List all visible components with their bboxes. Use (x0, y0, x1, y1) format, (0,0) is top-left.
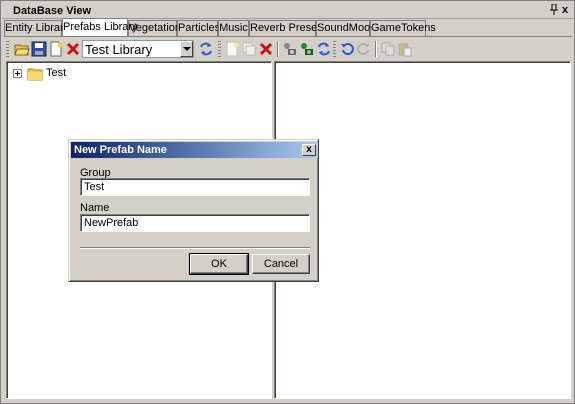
new-library-icon[interactable] (48, 41, 64, 57)
remove-item-icon[interactable] (258, 41, 274, 57)
open-icon[interactable] (14, 41, 30, 57)
database-view-window: DataBase View x Entity Library Prefabs L… (0, 0, 575, 404)
tab-label: Entity Library (5, 22, 70, 34)
redo-icon[interactable] (356, 41, 372, 57)
expand-icon[interactable] (13, 69, 22, 78)
toolbar-grip[interactable] (333, 41, 336, 57)
tab-soundmoods[interactable]: SoundMoods (316, 20, 382, 36)
library-select-value: Test Library (85, 42, 153, 57)
close-icon[interactable]: x (562, 4, 572, 16)
name-field[interactable] (80, 214, 310, 232)
window-titlebar: DataBase View x (2, 2, 573, 19)
toolbar-grip[interactable] (6, 41, 9, 57)
toolbar-separator (277, 41, 279, 57)
get-properties-icon[interactable] (299, 41, 315, 57)
group-field[interactable] (80, 178, 310, 196)
toolbar-grip[interactable] (218, 41, 221, 57)
chevron-down-icon[interactable] (180, 41, 193, 57)
tab-divider (4, 36, 572, 37)
copy-icon[interactable] (380, 41, 396, 57)
pin-icon[interactable] (549, 3, 559, 16)
dialog-title: New Prefab Name (74, 144, 167, 156)
ok-button[interactable]: OK (189, 253, 249, 275)
window-title: DataBase View (13, 5, 92, 17)
new-prefab-dialog: New Prefab Name x Group Name OK Cancel (68, 139, 319, 282)
tab-music[interactable]: Music (218, 20, 249, 36)
add-item-icon[interactable] (224, 41, 240, 57)
tab-entity-library[interactable]: Entity Library (4, 20, 69, 36)
delete-library-icon[interactable] (65, 41, 81, 57)
toolbar-separator (375, 41, 377, 57)
tab-label: Particles (178, 22, 221, 34)
tab-reverb-presets[interactable]: Reverb Presets (249, 20, 326, 36)
clone-icon[interactable] (241, 41, 257, 57)
library-toolbar: Test Library (6, 39, 570, 59)
save-icon[interactable] (31, 41, 47, 57)
tab-label: Reverb Presets (250, 22, 326, 34)
dialog-close-icon[interactable]: x (302, 144, 316, 156)
dialog-divider (80, 247, 310, 249)
tab-strip: Entity Library Prefabs Library Vegetatio… (4, 18, 572, 36)
tree-item-label: Test (46, 67, 67, 79)
tab-label: GameTokens (371, 22, 436, 34)
folder-icon (27, 67, 43, 81)
reload-items-icon[interactable] (316, 41, 332, 57)
dialog-titlebar: New Prefab Name x (71, 142, 318, 158)
cancel-button[interactable]: Cancel (252, 254, 310, 274)
tab-label: Music (219, 22, 248, 34)
reload-icon[interactable] (198, 41, 214, 57)
tab-prefabs-library[interactable]: Prefabs Library (62, 18, 138, 36)
tab-gametokens[interactable]: GameTokens (370, 20, 436, 36)
tab-label: Prefabs Library (63, 21, 138, 33)
paste-icon[interactable] (397, 41, 413, 57)
library-select[interactable]: Test Library (82, 40, 194, 58)
tab-particles[interactable]: Particles (177, 20, 221, 36)
assign-icon[interactable] (282, 41, 298, 57)
undo-icon[interactable] (339, 41, 355, 57)
name-label: Name (80, 202, 110, 214)
